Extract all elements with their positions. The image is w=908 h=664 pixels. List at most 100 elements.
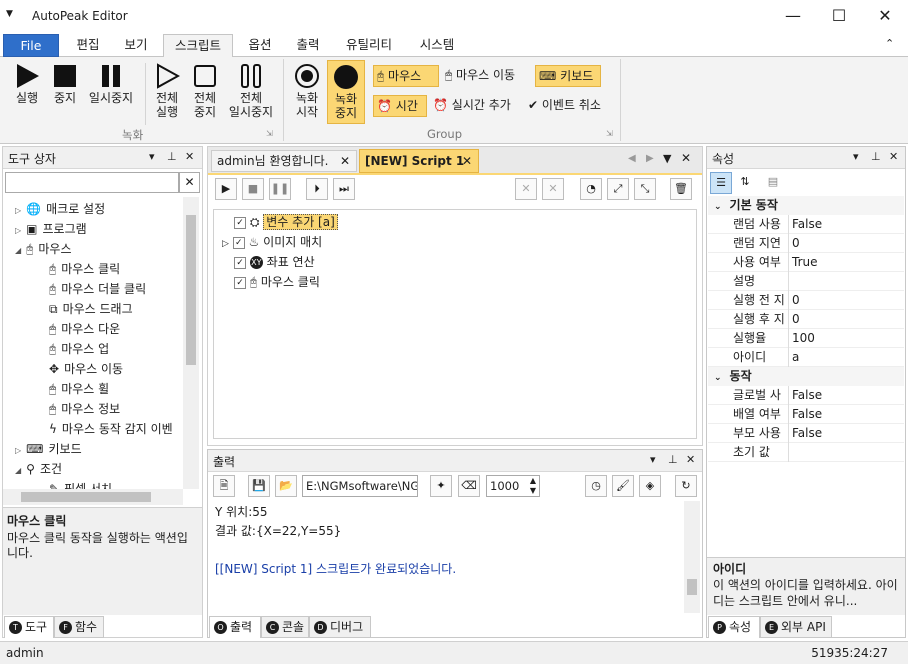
property-row[interactable]: 실행 후 지0 (708, 310, 904, 329)
record-stop-button[interactable]: 녹화 중지 (327, 60, 365, 124)
delete-icon[interactable]: 🗑 (670, 178, 692, 200)
tab-external-api[interactable]: E 외부 API (760, 616, 832, 638)
tab-properties[interactable]: P 속성 (708, 616, 760, 638)
property-row[interactable]: 랜덤 지연 0 (708, 234, 904, 253)
menu-edit[interactable]: 편집 (66, 34, 110, 57)
save-icon[interactable]: 💾 (248, 475, 270, 497)
tree-item[interactable]: ◢ ⚲ 조건 (15, 459, 62, 479)
pause-step-button[interactable]: ❚❚ (269, 178, 291, 200)
list-item[interactable]: ✓ XY 좌표 연산 (234, 252, 315, 272)
tree-item[interactable]: 🖰 마우스 더블 클릭 (49, 279, 146, 299)
menu-output[interactable]: 출력 (286, 34, 330, 57)
tab-debug[interactable]: D 디버그 (309, 616, 371, 638)
brush-icon[interactable]: 🖌 (612, 475, 634, 497)
tree-item[interactable]: ▷ ⌨ 키보드 (15, 439, 82, 459)
tree-item[interactable]: 🖱 마우스 다운 (49, 319, 120, 339)
collapse-icon[interactable]: ⤡ (634, 178, 656, 200)
close-icon[interactable]: ✕ (462, 150, 472, 172)
list-item[interactable]: ✓ ⛭ 변수 추가 [a] (234, 212, 338, 232)
chevron-right-icon[interactable]: ▷ (15, 206, 21, 215)
close-icon[interactable]: ✕ (889, 150, 898, 163)
minimize-button[interactable]: — (770, 0, 816, 32)
property-row[interactable]: 부모 사용 False (708, 424, 904, 443)
step-checkbox[interactable]: ✓ (234, 216, 246, 229)
close-icon[interactable]: ✕ (686, 453, 695, 466)
stop-step-button[interactable]: ■ (242, 178, 264, 200)
clear-search-button[interactable]: ✕ (179, 172, 200, 193)
scroll-left-icon[interactable]: ◀ (628, 153, 636, 164)
menu-file[interactable]: File (3, 34, 59, 57)
pin-icon[interactable]: ⊥ (871, 150, 881, 163)
mouse-move-toggle[interactable]: 🖱 마우스 이동 (442, 65, 534, 87)
property-row[interactable]: 배열 여부 False (708, 405, 904, 424)
step-into-button[interactable]: ⏵ (306, 178, 328, 200)
refresh-icon[interactable]: ↻ (675, 475, 697, 497)
dropdown-icon[interactable]: ▾ (853, 150, 859, 163)
menu-system[interactable]: 시스템 (408, 34, 466, 57)
fill-icon[interactable]: ◈ (639, 475, 661, 497)
tab-list-icon[interactable]: ▼ (663, 152, 671, 165)
category-action[interactable]: ⌄ 동작 (708, 367, 904, 386)
tree-item[interactable]: ✥ 마우스 이동 (49, 359, 123, 379)
run-step-button[interactable]: ▶ (215, 178, 237, 200)
dialog-launcher-icon[interactable]: ⇲ (606, 129, 613, 138)
dialog-launcher-icon[interactable]: ⇲ (266, 129, 273, 138)
clock-icon[interactable]: ◷ (585, 475, 607, 497)
close-button[interactable]: ✕ (862, 0, 908, 32)
eraser-icon[interactable]: ⌫ (458, 475, 480, 497)
tab-functions[interactable]: F 함수 (54, 616, 104, 638)
clean-icon[interactable]: ✦ (430, 475, 452, 497)
toolbox-scrollbar[interactable] (183, 197, 199, 489)
realtime-add-button[interactable]: ⏰ 실시간 추가 (430, 95, 522, 117)
disable-all-button[interactable]: ✕ (542, 178, 564, 200)
property-row[interactable]: 설명 (708, 272, 904, 291)
property-row[interactable]: 랜덤 사용 False (708, 215, 904, 234)
categorized-icon[interactable]: ☰ (710, 172, 732, 194)
list-item[interactable]: ▷ ✓ ♨ 이미지 매치 (222, 232, 322, 252)
timer-button[interactable]: ◔ (580, 178, 602, 200)
system-menu-icon[interactable]: ▼ (6, 9, 13, 19)
disable-button[interactable]: ✕ (515, 178, 537, 200)
menu-options[interactable]: 옵션 (238, 34, 282, 57)
tree-item[interactable]: ▷ ▣ 프로그램 (15, 219, 87, 239)
chevron-down-icon[interactable]: ◢ (15, 466, 21, 475)
pause-all-button[interactable]: 전체 일시중지 (224, 63, 278, 119)
step-checkbox[interactable]: ✓ (234, 276, 246, 289)
expand-icon[interactable]: ⤢ (607, 178, 629, 200)
property-row[interactable]: 사용 여부 True (708, 253, 904, 272)
property-row[interactable]: 실행 전 지0 (708, 291, 904, 310)
tree-item[interactable]: ◢ 🖰 마우스 (15, 239, 71, 259)
stop-button[interactable]: 중지 (46, 63, 84, 105)
maximize-button[interactable]: ☐ (816, 0, 862, 32)
folder-icon[interactable]: 📂 (275, 475, 297, 497)
log-path-input[interactable]: E:\NGMsoftware\NG (302, 475, 418, 497)
tab-script[interactable]: [NEW] Script 1 ✕ (359, 149, 479, 173)
tab-tools[interactable]: T 도구 (4, 616, 54, 638)
step-checkbox[interactable]: ✓ (234, 256, 246, 269)
delay-stepper[interactable]: 1000 ▲ ▼ (486, 475, 540, 497)
collapse-ribbon-icon[interactable]: ⌃ (885, 37, 894, 50)
output-scrollbar[interactable] (684, 501, 700, 613)
close-icon[interactable]: ✕ (185, 150, 194, 163)
pin-icon[interactable]: ⊥ (668, 453, 678, 466)
step-checkbox[interactable]: ✓ (232, 236, 245, 249)
tree-item[interactable]: ϟ 마우스 동작 감지 이벤 (49, 419, 173, 439)
chevron-down-icon[interactable]: ⌄ (714, 373, 722, 383)
menu-view[interactable]: 보기 (114, 34, 158, 57)
new-log-icon[interactable]: 🗎 (213, 475, 235, 497)
property-row[interactable]: 글로벌 사 False (708, 386, 904, 405)
keyboard-toggle[interactable]: ⌨ 키보드 (535, 65, 601, 87)
toolbox-hscrollbar[interactable] (3, 489, 183, 505)
record-start-button[interactable]: 녹화 시작 (289, 63, 325, 119)
menu-utility[interactable]: 유틸리티 (336, 34, 402, 57)
tree-item[interactable]: 🖰 마우스 클릭 (49, 259, 120, 279)
tree-item[interactable]: 🖰 마우스 업 (49, 339, 109, 359)
list-item[interactable]: ✓ 🖰 마우스 클릭 (234, 272, 320, 292)
run-button[interactable]: 실행 (8, 63, 46, 105)
property-row[interactable]: 아이디 a (708, 348, 904, 367)
mouse-toggle[interactable]: 🖰 마우스 (373, 65, 439, 87)
tab-output[interactable]: O 출력 (209, 616, 261, 638)
chevron-down-icon[interactable]: ◢ (15, 246, 21, 255)
tree-item[interactable]: ⧉ 마우스 드래그 (49, 299, 133, 319)
stop-all-button[interactable]: 전체 중지 (187, 63, 223, 119)
